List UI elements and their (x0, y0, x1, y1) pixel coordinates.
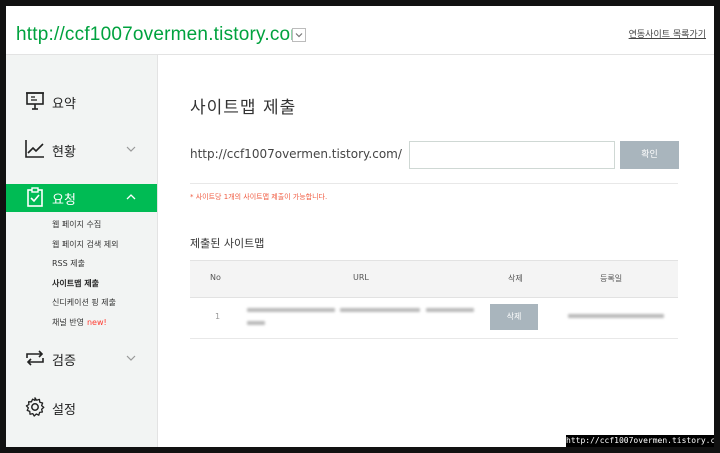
sidebar-item-status[interactable]: 현황 (6, 136, 157, 164)
browser-frame: http://ccf1007overmen.tistory.com 연동사이트 … (6, 6, 714, 447)
col-date-header: 등록일 (600, 274, 623, 283)
sidebar-item-label: 검증 (52, 354, 76, 369)
swap-arrows-icon (26, 350, 44, 366)
sidebar-item-label: 요약 (52, 97, 76, 112)
sidebar-item-settings[interactable]: 설정 (6, 394, 157, 422)
clipboard-check-icon (27, 187, 43, 207)
sidebar-item-summary[interactable]: 요약 (6, 88, 157, 116)
chevron-down-icon (295, 33, 303, 38)
site-dropdown-button[interactable] (292, 28, 306, 42)
subnav-item-rss[interactable]: RSS 제출 (52, 254, 152, 274)
gear-icon (25, 397, 45, 417)
chevron-down-icon (126, 355, 136, 361)
delete-button[interactable]: 삭제 (490, 304, 538, 330)
sidebar-item-label: 설정 (52, 403, 76, 418)
sitemap-url-input[interactable] (409, 141, 615, 169)
top-bar: http://ccf1007overmen.tistory.com 연동사이트 … (6, 6, 714, 55)
linked-sites-link[interactable]: 연동사이트 목록가기 (629, 27, 706, 40)
col-url-header: URL (353, 273, 369, 282)
site-url-title[interactable]: http://ccf1007overmen.tistory.com (16, 24, 306, 46)
sidebar-item-request[interactable]: 요청 (6, 184, 157, 212)
subnav-item-page-collect[interactable]: 웹 페이지 수집 (52, 215, 152, 235)
new-badge: new! (86, 317, 107, 327)
subnav-item-syndication[interactable]: 신디케이션 핑 제출 (52, 293, 152, 313)
main-content: 사이트맵 제출 http://ccf1007overmen.tistory.co… (158, 55, 714, 447)
submitted-sitemaps-heading: 제출된 사이트맵 (190, 237, 265, 250)
sidebar-item-verify[interactable]: 검증 (6, 345, 157, 373)
confirm-button[interactable]: 확인 (620, 141, 679, 169)
sidebar-item-label: 현황 (52, 145, 76, 160)
sidebar: 요약 현황 요청 웹 페이지 수집 웹 페이지 검색 제외 RSS 제출 사이트… (6, 55, 158, 447)
table-header: No URL 삭제 등록일 (190, 260, 678, 298)
table-row: 1 삭제 (190, 297, 678, 339)
chevron-up-icon (126, 194, 136, 200)
notice-text: * 사이트당 1개의 사이트맵 제출이 가능합니다. (190, 193, 328, 201)
col-delete-header: 삭제 (508, 274, 523, 283)
presentation-board-icon (26, 92, 44, 110)
subnav-item-label: 채널 반영 (52, 317, 84, 327)
line-chart-icon (25, 140, 44, 158)
chevron-down-icon (126, 146, 136, 152)
url-prefix: http://ccf1007overmen.tistory.com/ (190, 147, 402, 161)
page-title: 사이트맵 제출 (190, 98, 297, 118)
sidebar-item-label: 요청 (52, 193, 76, 208)
col-no-header: No (210, 273, 221, 282)
subnav-item-channel[interactable]: 채널 반영 new! (52, 313, 152, 333)
request-submenu: 웹 페이지 수집 웹 페이지 검색 제외 RSS 제출 사이트맵 제출 신디케이… (52, 215, 152, 332)
watermark: http://ccf1007overmen.tistory.com (566, 435, 714, 447)
subnav-item-search-exclude[interactable]: 웹 페이지 검색 제외 (52, 235, 152, 255)
divider (190, 183, 678, 184)
row-number: 1 (215, 312, 221, 321)
subnav-item-sitemap[interactable]: 사이트맵 제출 (52, 274, 152, 294)
